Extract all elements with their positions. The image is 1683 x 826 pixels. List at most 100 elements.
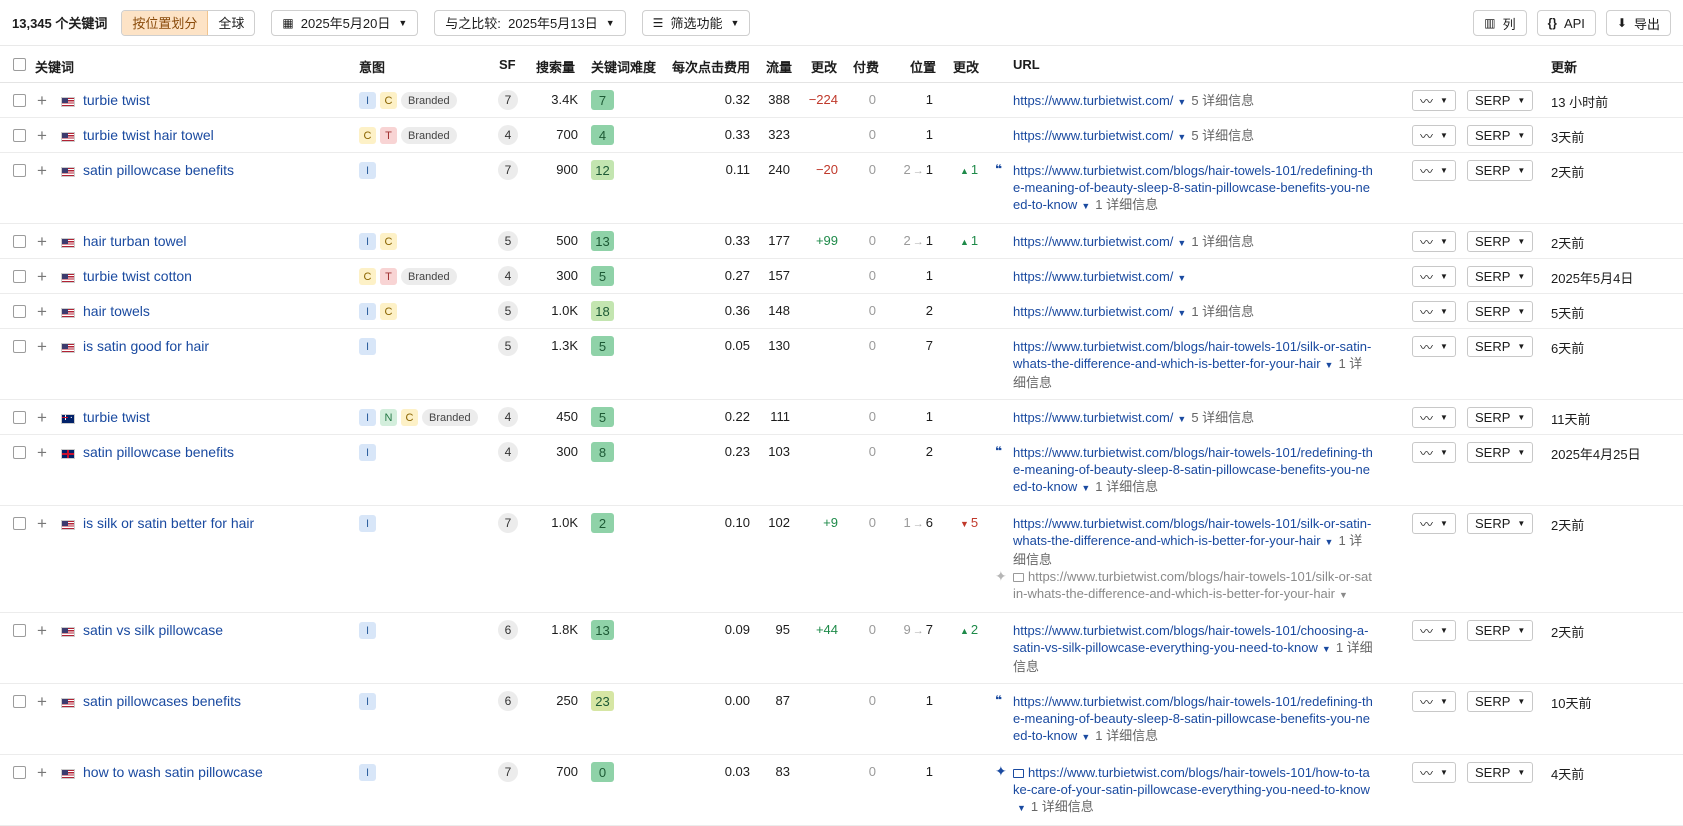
keyword-link[interactable]: is silk or satin better for hair bbox=[83, 515, 254, 531]
ranking-url-link[interactable]: https://www.turbietwist.com/blogs/hair-t… bbox=[1013, 339, 1371, 371]
sf-badge[interactable]: 5 bbox=[498, 301, 518, 321]
export-button[interactable]: ⬇ 导出 bbox=[1605, 10, 1671, 36]
details-link[interactable]: 5 详细信息 bbox=[1191, 93, 1254, 108]
trend-button[interactable]: 〰 ▼ bbox=[1412, 231, 1456, 252]
row-checkbox[interactable] bbox=[13, 446, 26, 459]
ranking-url-link[interactable]: https://www.turbietwist.com/ bbox=[1013, 128, 1173, 143]
keyword-link[interactable]: turbie twist hair towel bbox=[83, 127, 214, 143]
col-url[interactable]: URL bbox=[1013, 57, 1040, 72]
trend-button[interactable]: 〰 ▼ bbox=[1412, 266, 1456, 287]
add-keyword-icon[interactable]: + bbox=[37, 693, 47, 710]
trend-button[interactable]: 〰 ▼ bbox=[1412, 762, 1456, 783]
ranking-url-link[interactable]: https://www.turbietwist.com/ bbox=[1013, 304, 1173, 319]
trend-button[interactable]: 〰 ▼ bbox=[1412, 691, 1456, 712]
ranking-url-link[interactable]: https://www.turbietwist.com/blogs/hair-t… bbox=[1013, 445, 1373, 494]
ranking-url-link[interactable]: https://www.turbietwist.com/ bbox=[1013, 93, 1173, 108]
ranking-url-link[interactable]: https://www.turbietwist.com/blogs/hair-t… bbox=[1013, 623, 1368, 655]
trend-button[interactable]: 〰 ▼ bbox=[1412, 407, 1456, 428]
trend-button[interactable]: 〰 ▼ bbox=[1412, 513, 1456, 534]
serp-button[interactable]: SERP ▼ bbox=[1467, 90, 1534, 111]
columns-button[interactable]: ▥ 列 bbox=[1473, 10, 1527, 36]
chevron-down-icon[interactable]: ▼ bbox=[1081, 732, 1090, 742]
details-link[interactable]: 1 详细信息 bbox=[1191, 304, 1254, 319]
chevron-down-icon[interactable]: ▼ bbox=[1177, 273, 1186, 283]
sf-badge[interactable]: 7 bbox=[498, 762, 518, 782]
sf-badge[interactable]: 6 bbox=[498, 691, 518, 711]
keyword-link[interactable]: satin pillowcases benefits bbox=[83, 693, 241, 709]
add-keyword-icon[interactable]: + bbox=[37, 409, 47, 426]
details-link[interactable]: 1 详细信息 bbox=[1031, 799, 1094, 814]
serp-button[interactable]: SERP ▼ bbox=[1467, 691, 1534, 712]
keyword-link[interactable]: hair towels bbox=[83, 303, 150, 319]
ranking-url-link[interactable]: https://www.turbietwist.com/blogs/hair-t… bbox=[1013, 694, 1373, 743]
serp-button[interactable]: SERP ▼ bbox=[1467, 301, 1534, 322]
chevron-down-icon[interactable]: ▼ bbox=[1177, 132, 1186, 142]
compare-picker[interactable]: 与之比较: 2025年5月13日 ▼ bbox=[434, 9, 626, 36]
serp-button[interactable]: SERP ▼ bbox=[1467, 513, 1534, 534]
add-keyword-icon[interactable]: + bbox=[37, 764, 47, 781]
keyword-link[interactable]: hair turban towel bbox=[83, 233, 187, 249]
details-link[interactable]: 1 详细信息 bbox=[1095, 197, 1158, 212]
serp-button[interactable]: SERP ▼ bbox=[1467, 620, 1534, 641]
col-volume[interactable]: 搜索量 bbox=[536, 57, 575, 76]
row-checkbox[interactable] bbox=[13, 164, 26, 177]
trend-button[interactable]: 〰 ▼ bbox=[1412, 442, 1456, 463]
add-keyword-icon[interactable]: + bbox=[37, 515, 47, 532]
row-checkbox[interactable] bbox=[13, 624, 26, 637]
add-keyword-icon[interactable]: + bbox=[37, 303, 47, 320]
col-traffic-change[interactable]: 更改 bbox=[811, 57, 837, 76]
trend-button[interactable]: 〰 ▼ bbox=[1412, 160, 1456, 181]
serp-button[interactable]: SERP ▼ bbox=[1467, 442, 1534, 463]
sf-badge[interactable]: 6 bbox=[498, 620, 518, 640]
api-button[interactable]: {} API bbox=[1536, 10, 1596, 36]
row-checkbox[interactable] bbox=[13, 517, 26, 530]
sf-badge[interactable]: 4 bbox=[498, 442, 518, 462]
chevron-down-icon[interactable]: ▼ bbox=[1081, 483, 1090, 493]
by-position-button[interactable]: 按位置划分 bbox=[122, 10, 209, 35]
sf-badge[interactable]: 7 bbox=[498, 513, 518, 533]
col-kd[interactable]: 关键词难度 bbox=[591, 57, 656, 76]
col-paid[interactable]: 付费 bbox=[853, 57, 879, 76]
add-keyword-icon[interactable]: + bbox=[37, 92, 47, 109]
ranking-url-link[interactable]: https://www.turbietwist.com/ bbox=[1013, 269, 1173, 284]
col-sf[interactable]: SF bbox=[499, 57, 516, 72]
chevron-down-icon[interactable]: ▼ bbox=[1322, 644, 1331, 654]
add-keyword-icon[interactable]: + bbox=[37, 233, 47, 250]
chevron-down-icon[interactable]: ▼ bbox=[1081, 201, 1090, 211]
select-all-checkbox[interactable] bbox=[13, 58, 26, 71]
chevron-down-icon[interactable]: ▼ bbox=[1177, 414, 1186, 424]
sf-badge[interactable]: 4 bbox=[498, 407, 518, 427]
serp-button[interactable]: SERP ▼ bbox=[1467, 336, 1534, 357]
col-cpc[interactable]: 每次点击费用 bbox=[672, 57, 750, 76]
chevron-down-icon[interactable]: ▼ bbox=[1325, 537, 1334, 547]
keyword-link[interactable]: how to wash satin pillowcase bbox=[83, 764, 263, 780]
col-position[interactable]: 位置 bbox=[910, 57, 936, 76]
date-picker[interactable]: ▦ 2025年5月20日 ▼ bbox=[271, 9, 419, 36]
chevron-down-icon[interactable]: ▼ bbox=[1177, 97, 1186, 107]
keyword-link[interactable]: is satin good for hair bbox=[83, 338, 209, 354]
keyword-link[interactable]: turbie twist bbox=[83, 409, 150, 425]
serp-button[interactable]: SERP ▼ bbox=[1467, 266, 1534, 287]
ranking-url-link[interactable]: https://www.turbietwist.com/ bbox=[1013, 410, 1173, 425]
add-keyword-icon[interactable]: + bbox=[37, 162, 47, 179]
row-checkbox[interactable] bbox=[13, 305, 26, 318]
row-checkbox[interactable] bbox=[13, 340, 26, 353]
add-keyword-icon[interactable]: + bbox=[37, 338, 47, 355]
col-traffic[interactable]: 流量 bbox=[766, 57, 792, 76]
sf-badge[interactable]: 7 bbox=[498, 90, 518, 110]
sf-badge[interactable]: 4 bbox=[498, 266, 518, 286]
row-checkbox[interactable] bbox=[13, 235, 26, 248]
row-checkbox[interactable] bbox=[13, 411, 26, 424]
add-keyword-icon[interactable]: + bbox=[37, 622, 47, 639]
trend-button[interactable]: 〰 ▼ bbox=[1412, 90, 1456, 111]
sf-badge[interactable]: 5 bbox=[498, 231, 518, 251]
row-checkbox[interactable] bbox=[13, 695, 26, 708]
global-button[interactable]: 全球 bbox=[208, 11, 254, 35]
sf-badge[interactable]: 4 bbox=[498, 125, 518, 145]
col-position-change[interactable]: 更改 bbox=[953, 57, 979, 76]
col-updated[interactable]: 更新 bbox=[1551, 57, 1577, 76]
details-link[interactable]: 1 详细信息 bbox=[1191, 234, 1254, 249]
row-checkbox[interactable] bbox=[13, 766, 26, 779]
keyword-link[interactable]: satin pillowcase benefits bbox=[83, 162, 234, 178]
chevron-down-icon[interactable]: ▼ bbox=[1325, 360, 1334, 370]
